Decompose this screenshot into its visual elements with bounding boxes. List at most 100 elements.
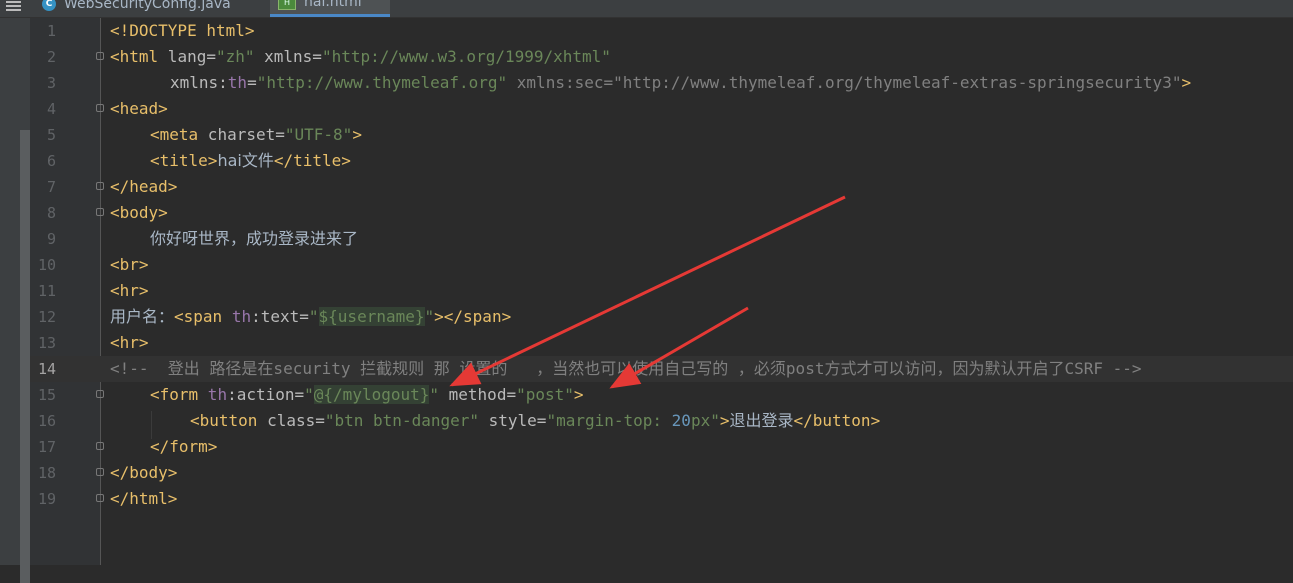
code-line[interactable]: 17 </form> [30,434,1293,460]
namespace-token: th [227,73,248,92]
line-number: 1 [46,22,56,40]
fold-marker-icon[interactable] [96,390,104,398]
string-token: " [429,385,440,404]
code-line[interactable]: 6 <title>hai文件</title> [30,148,1293,174]
expression-token: @{/mylogout} [313,385,430,404]
code-line[interactable]: 11 <hr> [30,278,1293,304]
line-number: 12 [37,308,56,326]
code-text[interactable]: <head> [110,96,168,122]
code-text[interactable]: </head> [110,174,177,200]
attr-token: :action= [227,385,305,404]
editor-tab-bar: C WebSecurityConfig.java H hai.html [0,0,1293,18]
code-line[interactable]: 2 <html lang="zh" xmlns="http://www.w3.o… [30,44,1293,70]
code-line[interactable]: 18 </body> [30,460,1293,486]
line-number: 10 [37,256,56,274]
attr-token: = [247,73,257,92]
tab-hai-html[interactable]: H hai.html [270,0,390,17]
tab-websecurityconfig[interactable]: C WebSecurityConfig.java [34,0,264,17]
structure-scrollbar[interactable] [20,130,30,583]
code-text[interactable]: <form th:action="@{/mylogout}" method="p… [150,382,584,408]
tag-token: > [1181,73,1192,92]
code-line[interactable]: 5 <meta charset="UTF-8"> [30,122,1293,148]
tag-token: </form> [150,437,218,456]
text-token: 退出登录 [729,411,794,430]
tag-token: <title> [150,151,218,170]
tag-token: <html [110,47,159,66]
code-text[interactable]: <!DOCTYPE html> [110,18,255,44]
fold-marker-icon[interactable] [96,208,104,216]
tag-token: <head> [110,99,168,118]
fold-marker-icon[interactable] [96,494,104,502]
code-line[interactable]: 1 <!DOCTYPE html> [30,18,1293,44]
code-text[interactable]: </form> [150,434,217,460]
unused-attr-token: xmlns:sec="http://www.thymeleaf.org/thym… [507,73,1182,92]
tag-token: <hr> [110,333,149,352]
code-line[interactable]: 16 <button class="btn btn-danger" style=… [30,408,1293,434]
comment-token: <!-- 登出 路径是在security 拦截规则 那 设置的 ，当然也可以使用… [110,359,1142,378]
fold-marker-icon[interactable] [96,104,104,112]
tool-window-strip [0,18,30,583]
text-token: hai文件 [217,151,274,170]
code-text[interactable]: <hr> [110,278,149,304]
expression-token: ${username} [318,307,425,326]
string-token: "zh" [215,47,255,66]
indent-guide [151,411,152,439]
code-line[interactable]: 13 <hr> [30,330,1293,356]
code-line[interactable]: 12 用户名：<span th:text="${username}"></spa… [30,304,1293,330]
attr-token: style= [479,411,547,430]
attr-token: xmlns: [170,73,228,92]
line-number: 5 [46,126,56,144]
attr-token: class= [257,411,325,430]
code-line[interactable]: 3 xmlns:th="http://www.thymeleaf.org" xm… [30,70,1293,96]
code-line[interactable]: 10 <br> [30,252,1293,278]
fold-marker-icon[interactable] [96,52,104,60]
fold-marker-icon[interactable] [96,442,104,450]
code-text[interactable]: 你好呀世界，成功登录进来了 [150,226,358,252]
tag-token: <button [190,411,258,430]
line-number: 8 [46,204,56,222]
string-token: " [304,385,314,404]
code-text[interactable]: <br> [110,252,149,278]
line-number: 3 [46,74,56,92]
namespace-token: th [222,307,252,326]
line-number: 14 [37,360,56,378]
line-number: 13 [37,334,56,352]
line-number: 16 [37,412,56,430]
code-line-current[interactable]: 14 <!-- 登出 路径是在security 拦截规则 那 设置的 ，当然也可… [30,356,1293,382]
line-number: 4 [46,100,56,118]
code-line[interactable]: 9 你好呀世界，成功登录进来了 [30,226,1293,252]
line-number: 7 [46,178,56,196]
code-text[interactable]: 用户名：<span th:text="${username}"></span> [110,304,511,330]
code-text[interactable]: <!-- 登出 路径是在security 拦截规则 那 设置的 ，当然也可以使用… [110,356,1142,382]
tag-token: </html> [110,489,178,508]
code-text[interactable]: <title>hai文件</title> [150,148,351,174]
string-token: "http://www.thymeleaf.org" [256,73,508,92]
attr-token: charset= [198,125,285,144]
code-text[interactable]: </html> [110,486,177,512]
code-line[interactable]: 8 <body> [30,200,1293,226]
string-token: " [308,307,319,326]
code-text[interactable]: </body> [110,460,177,486]
line-number: 15 [37,386,56,404]
tag-token: </body> [110,463,178,482]
code-line[interactable]: 7 </head> [30,174,1293,200]
code-text[interactable]: <body> [110,200,168,226]
hamburger-menu-icon[interactable] [6,1,21,11]
code-text[interactable]: <button class="btn btn-danger" style="ma… [190,408,880,434]
string-token: "btn btn-danger" [324,411,479,430]
fold-marker-icon[interactable] [96,468,104,476]
code-text[interactable]: xmlns:th="http://www.thymeleaf.org" xmln… [170,70,1191,96]
code-line[interactable]: 4 <head> [30,96,1293,122]
number-token: 20 [671,411,691,430]
code-text[interactable]: <meta charset="UTF-8"> [150,122,362,148]
code-text[interactable]: <hr> [110,330,149,356]
code-line[interactable]: 19 </html> [30,486,1293,512]
fold-marker-icon[interactable] [96,182,104,190]
line-number: 6 [46,152,56,170]
line-number: 2 [46,48,56,66]
code-line[interactable]: 15 <form th:action="@{/mylogout}" method… [30,382,1293,408]
code-text[interactable]: <html lang="zh" xmlns="http://www.w3.org… [110,44,611,70]
java-class-icon: C [42,0,56,11]
string-token: "UTF-8" [284,125,353,144]
attr-token: lang= [158,47,216,66]
